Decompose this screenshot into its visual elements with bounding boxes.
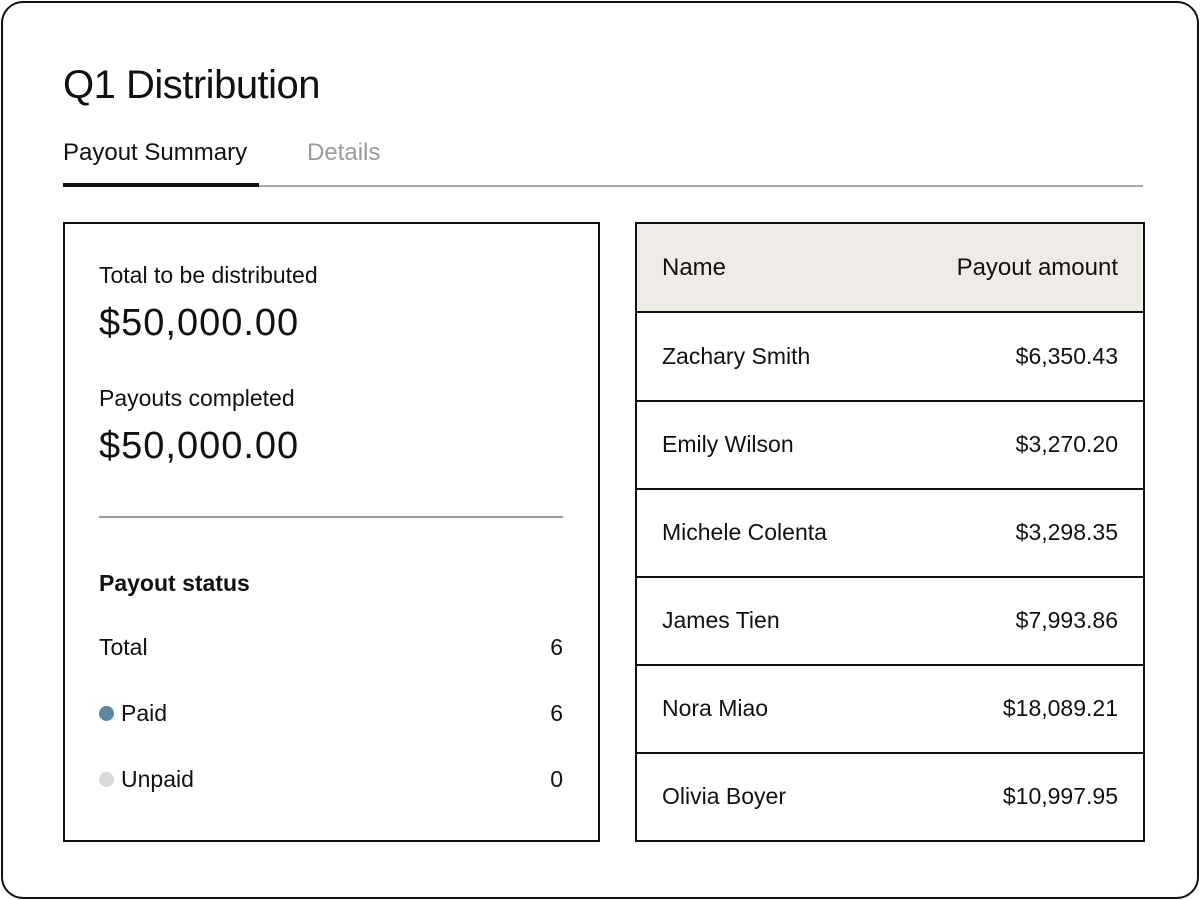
payout-status-heading: Payout status bbox=[99, 570, 250, 596]
summary-divider bbox=[99, 516, 563, 518]
row-payout-amount: $3,270.20 bbox=[1015, 431, 1118, 457]
row-payout-amount: $6,350.43 bbox=[1015, 343, 1118, 369]
status-label-paid: Paid bbox=[121, 700, 168, 726]
table-row[interactable]: Emily Wilson $3,270.20 bbox=[637, 401, 1143, 490]
total-distributed-label: Total to be distributed bbox=[99, 262, 318, 288]
row-name: Olivia Boyer bbox=[662, 783, 786, 809]
table-row[interactable]: Olivia Boyer $10,997.95 bbox=[637, 753, 1143, 840]
row-name: James Tien bbox=[662, 607, 780, 633]
row-name: Zachary Smith bbox=[662, 343, 811, 369]
row-payout-amount: $7,993.86 bbox=[1015, 607, 1118, 633]
tab-details[interactable]: Details bbox=[307, 133, 380, 187]
payout-summary-card: Total to be distributed $50,000.00 Payou… bbox=[63, 222, 600, 842]
row-payout-amount: $10,997.95 bbox=[1002, 783, 1118, 809]
app-window: Q1 Distribution Payout Summary Details T… bbox=[1, 1, 1199, 899]
status-count-total: 6 bbox=[550, 634, 563, 660]
table-row[interactable]: Zachary Smith $6,350.43 bbox=[637, 313, 1143, 402]
row-payout-amount: $3,298.35 bbox=[1015, 519, 1118, 545]
paid-dot-icon bbox=[99, 706, 114, 721]
table-row[interactable]: Nora Miao $18,089.21 bbox=[637, 665, 1143, 754]
page-title: Q1 Distribution bbox=[63, 63, 321, 107]
table-header: Name Payout amount bbox=[637, 224, 1143, 313]
status-count-paid: 6 bbox=[550, 700, 563, 726]
column-header-name[interactable]: Name bbox=[662, 224, 726, 311]
tab-payout-summary[interactable]: Payout Summary bbox=[63, 133, 259, 187]
row-payout-amount: $18,089.21 bbox=[1002, 695, 1118, 721]
status-row-paid: Paid 6 bbox=[99, 700, 563, 730]
row-name: Emily Wilson bbox=[662, 431, 794, 457]
payouts-completed-label: Payouts completed bbox=[99, 385, 295, 411]
status-name-unpaid: Unpaid bbox=[99, 766, 194, 793]
payout-table: Name Payout amount Zachary Smith $6,350.… bbox=[635, 222, 1145, 842]
table-row[interactable]: James Tien $7,993.86 bbox=[637, 577, 1143, 666]
unpaid-dot-icon bbox=[99, 772, 114, 787]
payouts-completed-value: $50,000.00 bbox=[99, 425, 300, 467]
tab-bar: Payout Summary Details bbox=[63, 133, 1143, 187]
status-label-unpaid: Unpaid bbox=[121, 766, 194, 792]
status-count-unpaid: 0 bbox=[550, 766, 563, 792]
status-row-total: Total 6 bbox=[99, 634, 563, 664]
table-row[interactable]: Michele Colenta $3,298.35 bbox=[637, 489, 1143, 578]
column-header-payout-amount[interactable]: Payout amount bbox=[957, 224, 1118, 311]
status-label-total: Total bbox=[99, 634, 148, 660]
status-name-paid: Paid bbox=[99, 700, 167, 727]
status-row-unpaid: Unpaid 0 bbox=[99, 766, 563, 796]
row-name: Nora Miao bbox=[662, 695, 769, 721]
row-name: Michele Colenta bbox=[662, 519, 827, 545]
total-distributed-value: $50,000.00 bbox=[99, 302, 300, 344]
